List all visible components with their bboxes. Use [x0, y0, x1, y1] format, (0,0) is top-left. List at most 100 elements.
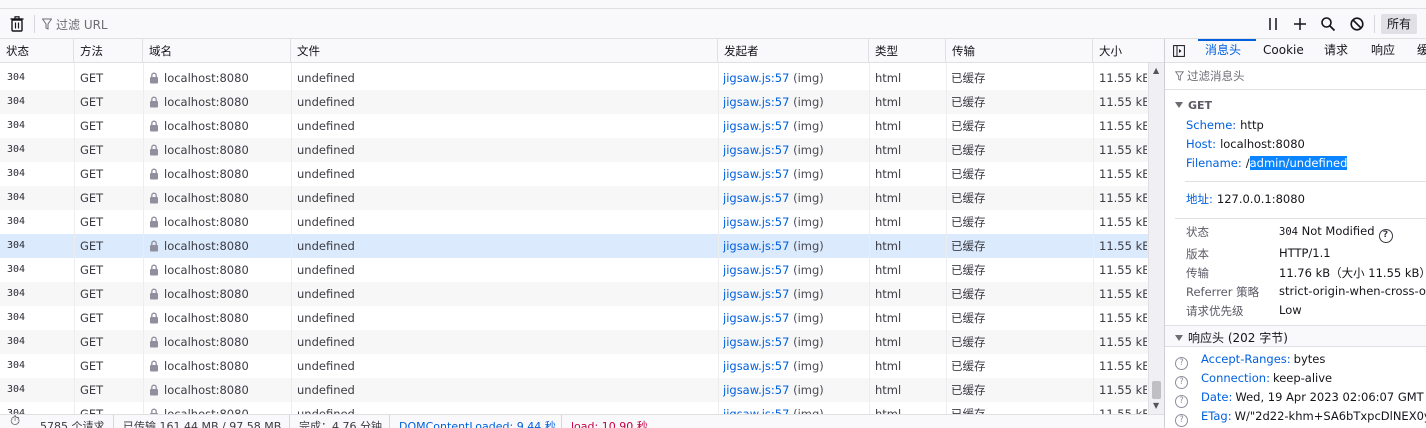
request-row[interactable]: 304 GET localhost:8080 undefined jigsaw.js:5… [0, 402, 1148, 414]
plus-icon[interactable] [1292, 16, 1308, 32]
column-header-initiator[interactable]: 发起者 [718, 39, 869, 63]
request-transferred: 已缓存 [951, 215, 986, 229]
initiator-link[interactable]: jigsaw.js:57 [723, 239, 789, 253]
request-row[interactable]: 304 GET localhost:8080 undefined jigsaw.js:5… [0, 330, 1148, 354]
tab-headers[interactable]: 消息头 [1205, 39, 1241, 63]
initiator-cause: (img) [793, 407, 824, 414]
request-row[interactable]: 304 GET localhost:8080 undefined jigsaw.js:5… [0, 258, 1148, 282]
initiator-link[interactable]: jigsaw.js:57 [723, 359, 789, 373]
initiator-link[interactable]: jigsaw.js:57 [723, 383, 789, 397]
tab-request[interactable]: 请求 [1324, 39, 1348, 63]
initiator-link[interactable]: jigsaw.js:57 [723, 143, 789, 157]
request-type: html [875, 119, 902, 133]
request-domain: localhost:8080 [149, 282, 289, 306]
header-name: Accept-Ranges: [1201, 352, 1291, 366]
request-method: GET [80, 143, 104, 157]
request-status: 304 [7, 408, 26, 414]
filter-headers-input[interactable] [1187, 68, 1417, 84]
request-status: 304 [7, 144, 26, 155]
initiator-link[interactable]: jigsaw.js:57 [723, 287, 789, 301]
column-header-file[interactable]: 文件 [291, 39, 718, 63]
request-section-toggle[interactable]: GET [1175, 99, 1212, 112]
initiator-link[interactable]: jigsaw.js:57 [723, 167, 789, 181]
request-row[interactable]: 304 GET localhost:8080 undefined jigsaw.js:5… [0, 306, 1148, 330]
finish-time: 完成：4.76 分钟 [299, 420, 382, 428]
request-row[interactable]: 304 GET localhost:8080 undefined jigsaw.js:5… [0, 186, 1148, 210]
column-header-domain[interactable]: 域名 [143, 39, 291, 63]
request-row[interactable]: 304 GET localhost:8080 undefined jigsaw.js:5… [0, 138, 1148, 162]
request-type: html [875, 311, 902, 325]
initiator-cause: (img) [793, 143, 824, 157]
header-value: bytes [1293, 352, 1326, 366]
column-header-size[interactable]: 大小 [1093, 39, 1148, 63]
filter-url-input[interactable] [56, 16, 1246, 33]
request-domain: localhost:8080 [149, 330, 289, 354]
filename-value[interactable]: /admin/undefined [1246, 156, 1348, 170]
filter-icon [42, 18, 52, 30]
request-initiator: jigsaw.js:57 (img) [723, 402, 868, 414]
initiator-link[interactable]: jigsaw.js:57 [723, 119, 789, 133]
request-method: GET [80, 407, 104, 414]
scroll-down-arrow-icon[interactable]: ▼ [1153, 402, 1159, 410]
initiator-cause: (img) [793, 119, 824, 133]
request-row[interactable]: 304 GET localhost:8080 undefined jigsaw.js:5… [0, 210, 1148, 234]
request-file: undefined [297, 143, 355, 157]
initiator-link[interactable]: jigsaw.js:57 [723, 215, 789, 229]
request-initiator: jigsaw.js:57 (img) [723, 234, 868, 258]
column-header-method[interactable]: 方法 [74, 39, 143, 63]
pause-icon[interactable] [1266, 16, 1280, 32]
request-file: undefined [297, 287, 355, 301]
help-icon[interactable]: ? [1175, 414, 1188, 427]
request-status: 304 [7, 120, 26, 131]
request-status: 304 [7, 312, 26, 323]
initiator-link[interactable]: jigsaw.js:57 [723, 335, 789, 349]
scrollbar-thumb[interactable] [1152, 381, 1161, 399]
initiator-link[interactable]: jigsaw.js:57 [723, 95, 789, 109]
request-type: html [875, 239, 902, 253]
trash-icon[interactable] [8, 15, 26, 33]
scroll-up-arrow-icon[interactable]: ▲ [1153, 67, 1159, 75]
column-header-transferred[interactable]: 传输 [946, 39, 1093, 63]
column-header-status[interactable]: 状态 [0, 39, 74, 63]
search-icon[interactable] [1320, 16, 1336, 32]
toggle-sidebar-icon[interactable] [1173, 45, 1185, 57]
initiator-link[interactable]: jigsaw.js:57 [723, 407, 789, 414]
initiator-link[interactable]: jigsaw.js:57 [723, 263, 789, 277]
initiator-link[interactable]: jigsaw.js:57 [723, 311, 789, 325]
stopwatch-icon[interactable]: ⏱ [10, 415, 20, 428]
request-transferred: 已缓存 [951, 287, 986, 301]
request-row[interactable]: 304 GET localhost:8080 undefined jigsaw.js:5… [0, 66, 1148, 90]
initiator-cause: (img) [793, 167, 824, 181]
request-row[interactable]: 304 GET localhost:8080 undefined jigsaw.js:5… [0, 234, 1148, 258]
help-icon[interactable]: ? [1175, 395, 1188, 408]
request-list-scrollbar[interactable]: ▲ ▼ [1148, 63, 1164, 414]
block-icon[interactable] [1349, 16, 1365, 32]
tab-response[interactable]: 响应 [1371, 39, 1395, 63]
request-domain: localhost:8080 [149, 210, 289, 234]
tab-cache[interactable]: 缓 [1417, 39, 1426, 63]
help-icon[interactable]: ? [1175, 376, 1188, 389]
initiator-link[interactable]: jigsaw.js:57 [723, 71, 789, 85]
request-row[interactable]: 304 GET localhost:8080 undefined jigsaw.js:5… [0, 378, 1148, 402]
request-initiator: jigsaw.js:57 (img) [723, 138, 868, 162]
column-header-type[interactable]: 类型 [869, 39, 946, 63]
lock-icon [149, 95, 164, 109]
request-row[interactable]: 304 GET localhost:8080 undefined jigsaw.js:5… [0, 90, 1148, 114]
request-row[interactable]: 304 GET localhost:8080 undefined jigsaw.js:5… [0, 162, 1148, 186]
request-file: undefined [297, 191, 355, 205]
lock-icon [149, 167, 164, 181]
request-domain: localhost:8080 [149, 114, 289, 138]
request-transferred: 已缓存 [951, 311, 986, 325]
tab-cookies[interactable]: Cookie [1263, 39, 1304, 63]
help-icon[interactable]: ? [1175, 357, 1188, 370]
request-file: undefined [297, 383, 355, 397]
initiator-link[interactable]: jigsaw.js:57 [723, 191, 789, 205]
request-row[interactable]: 304 GET localhost:8080 undefined jigsaw.js:5… [0, 354, 1148, 378]
response-headers-toggle[interactable]: 响应头 (202 字节) [1165, 325, 1426, 347]
filename-selected-text[interactable]: admin/undefined [1249, 156, 1348, 170]
filter-all-button[interactable]: 所有 [1381, 14, 1417, 34]
help-icon[interactable]: ? [1378, 229, 1393, 243]
request-row[interactable]: 304 GET localhost:8080 undefined jigsaw.js:5… [0, 282, 1148, 306]
request-row[interactable]: 304 GET localhost:8080 undefined jigsaw.js:5… [0, 114, 1148, 138]
request-domain: localhost:8080 [149, 354, 289, 378]
